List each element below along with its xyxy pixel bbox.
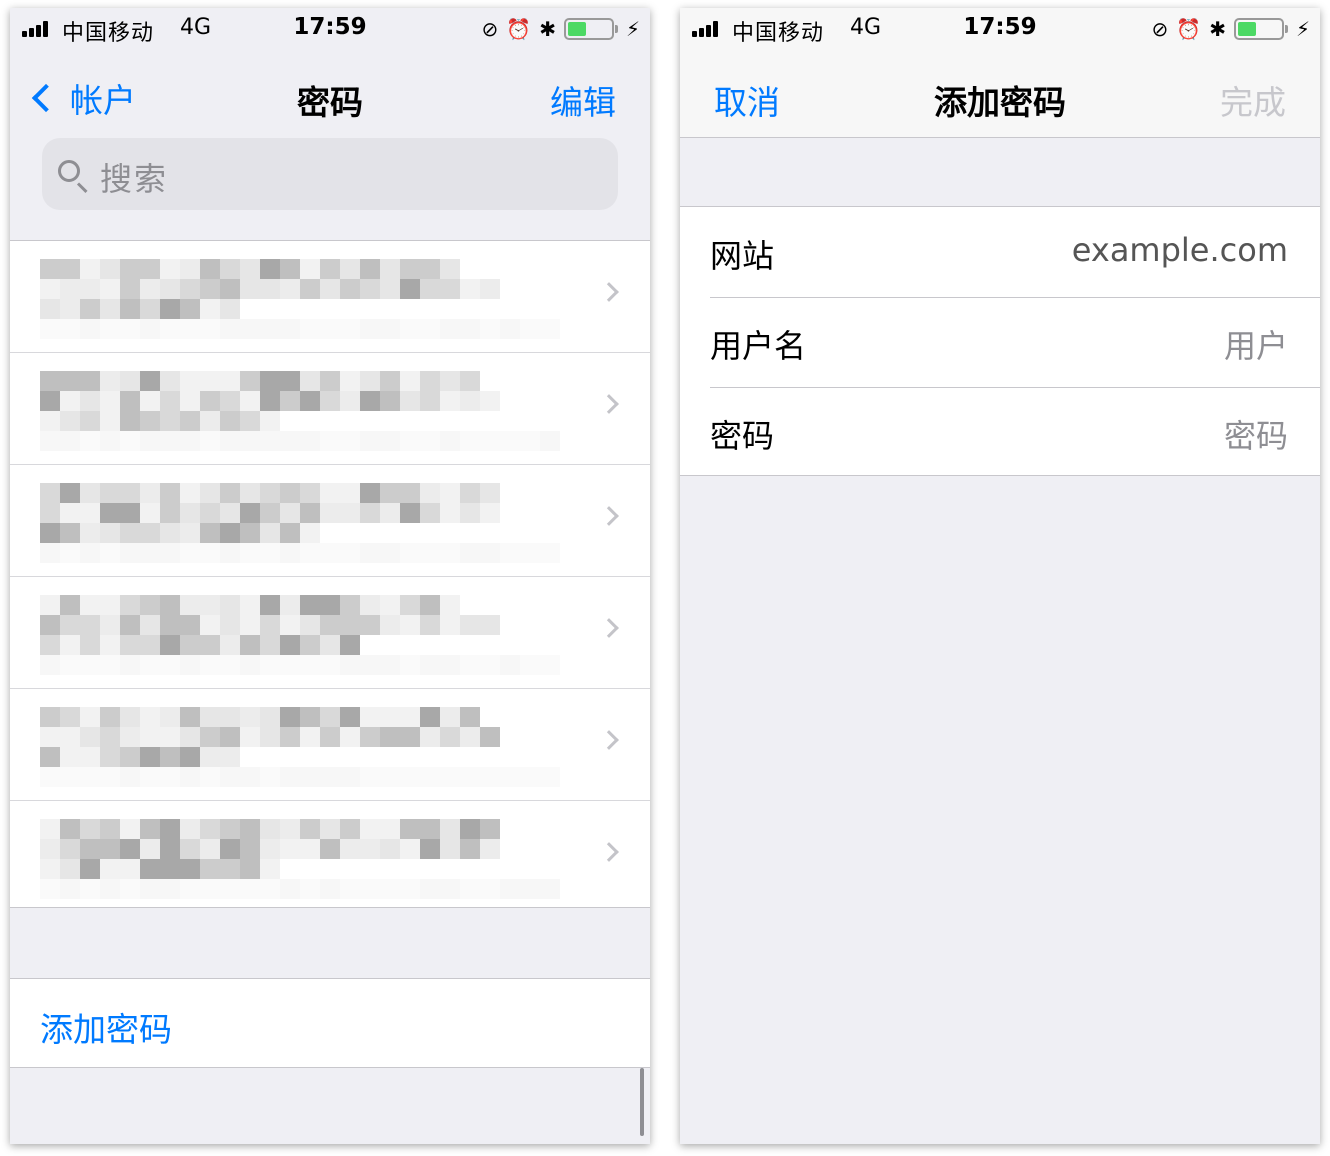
password-entry[interactable] xyxy=(10,241,650,353)
rotation-lock-icon: ⊘ xyxy=(1151,17,1169,41)
chevron-right-icon xyxy=(599,618,619,638)
rotation-lock-icon: ⊘ xyxy=(481,17,499,41)
chevron-right-icon xyxy=(599,506,619,526)
battery-icon xyxy=(1233,18,1288,40)
password-entry[interactable] xyxy=(10,465,650,577)
chevron-right-icon xyxy=(599,842,619,862)
charging-icon: ⚡ xyxy=(625,17,640,41)
add-password-label: 添加密码 xyxy=(40,1010,172,1049)
password-field[interactable]: 密码 xyxy=(1224,411,1288,457)
search-icon xyxy=(58,160,80,182)
chevron-right-icon xyxy=(599,730,619,750)
done-button[interactable]: 完成 xyxy=(1220,76,1286,124)
blurred-entry-text xyxy=(40,483,560,563)
bluetooth-icon: ✱ xyxy=(1209,17,1226,41)
password-label: 密码 xyxy=(710,417,775,455)
add-password-button[interactable]: 添加密码 xyxy=(10,978,650,1068)
blurred-entry-text xyxy=(40,707,560,787)
username-row[interactable]: 用户名 用户 xyxy=(680,297,1320,387)
blurred-entry-text xyxy=(40,819,560,899)
chevron-right-icon xyxy=(599,394,619,414)
blurred-entry-text xyxy=(40,259,560,339)
status-icons: ⊘ ⏰ ✱ ⚡ xyxy=(482,16,640,42)
password-entry[interactable] xyxy=(10,577,650,689)
status-bar: 中国移动 4G 17:59 ⊘ ⏰ ✱ ⚡ xyxy=(10,8,650,48)
website-row[interactable]: 网站 example.com xyxy=(680,207,1320,297)
status-bar: 中国移动 4G 17:59 ⊘ ⏰ ✱ ⚡ xyxy=(680,8,1320,48)
battery-icon xyxy=(563,18,618,40)
bluetooth-icon: ✱ xyxy=(539,17,556,41)
blurred-entry-text xyxy=(40,595,560,675)
username-label: 用户名 xyxy=(710,327,807,365)
edit-button[interactable]: 编辑 xyxy=(550,76,616,124)
passwords-screen: 中国移动 4G 17:59 ⊘ ⏰ ✱ ⚡ 帐户 密码 编辑 搜索 添加密码 xyxy=(10,8,650,1144)
password-entry[interactable] xyxy=(10,353,650,465)
status-icons: ⊘ ⏰ ✱ ⚡ xyxy=(1152,16,1310,42)
password-entry[interactable] xyxy=(10,801,650,909)
scrollbar[interactable] xyxy=(640,1068,644,1136)
search-placeholder: 搜索 xyxy=(100,160,169,198)
password-list xyxy=(10,240,650,908)
alarm-icon: ⏰ xyxy=(1176,17,1202,41)
username-field[interactable]: 用户 xyxy=(1224,321,1288,367)
chevron-right-icon xyxy=(599,282,619,302)
search-input[interactable]: 搜索 xyxy=(42,138,618,210)
website-field[interactable]: example.com xyxy=(1072,231,1288,269)
add-password-screen: 中国移动 4G 17:59 ⊘ ⏰ ✱ ⚡ 取消 添加密码 完成 网站 exam… xyxy=(680,8,1320,1144)
password-entry[interactable] xyxy=(10,689,650,801)
charging-icon: ⚡ xyxy=(1295,17,1310,41)
password-row[interactable]: 密码 密码 xyxy=(680,387,1320,477)
add-password-form: 网站 example.com 用户名 用户 密码 密码 xyxy=(680,206,1320,476)
blurred-entry-text xyxy=(40,371,560,451)
nav-bar: 取消 添加密码 完成 xyxy=(680,48,1320,138)
nav-bar: 帐户 密码 编辑 xyxy=(10,48,650,138)
alarm-icon: ⏰ xyxy=(506,17,532,41)
website-label: 网站 xyxy=(710,237,775,275)
